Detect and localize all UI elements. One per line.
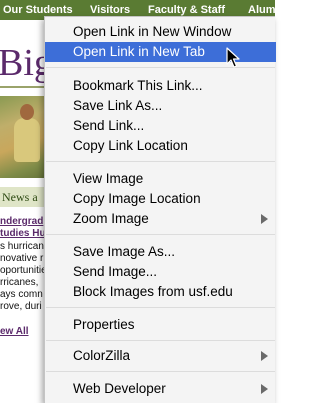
menu-separator <box>46 234 275 235</box>
mouse-pointer-icon <box>226 47 240 68</box>
news-heading: News a <box>2 190 38 204</box>
menu-separator <box>46 161 275 162</box>
story-link-line-1[interactable]: ndergrad <box>0 216 43 227</box>
menu-item-save-image-as[interactable]: Save Image As... <box>45 242 276 262</box>
menu-item-block-images[interactable]: Block Images from usf.edu <box>45 282 276 302</box>
menu-item-bookmark-link[interactable]: Bookmark This Link... <box>45 76 276 96</box>
menu-item-label: Open Link in New Tab <box>73 44 205 59</box>
nav-alumni[interactable]: Alum <box>248 4 276 16</box>
photo-person-head <box>20 104 34 120</box>
menu-item-label: Open Link in New Window <box>73 24 232 39</box>
menu-item-label: View Image <box>73 171 144 186</box>
story-text-line: novative r <box>0 253 44 264</box>
menu-item-label: Properties <box>73 317 135 332</box>
menu-item-label: Zoom Image <box>73 211 149 226</box>
menu-item-label: ColorZilla <box>73 348 131 363</box>
story-link-line-2[interactable]: tudies Hu <box>0 228 46 239</box>
menu-item-label: Block Images from usf.edu <box>73 284 233 299</box>
menu-separator <box>46 307 275 308</box>
menu-item-label: Save Link As... <box>73 98 163 113</box>
story-text-line: ays comn <box>0 289 43 300</box>
context-menu: Open Link in New Window Open Link in New… <box>44 16 276 403</box>
menu-item-label: Bookmark This Link... <box>73 78 203 93</box>
submenu-arrow-icon <box>261 384 268 394</box>
photo-person-body <box>14 118 40 162</box>
menu-separator <box>46 340 275 341</box>
menu-item-view-image[interactable]: View Image <box>45 169 276 189</box>
menu-item-label: Copy Link Location <box>73 138 188 153</box>
menu-item-send-image[interactable]: Send Image... <box>45 262 276 282</box>
view-all-link[interactable]: ew All <box>0 326 29 337</box>
nav-our-students[interactable]: Our Students <box>3 4 73 16</box>
story-text-line: oportunitie <box>0 265 47 276</box>
menu-item-open-link-new-tab[interactable]: Open Link in New Tab <box>45 42 276 62</box>
nav-faculty-staff[interactable]: Faculty & Staff <box>148 4 225 16</box>
submenu-arrow-icon <box>261 351 268 361</box>
menu-item-properties[interactable]: Properties <box>45 315 276 335</box>
submenu-arrow-icon <box>261 214 268 224</box>
story-text-line: s hurrican <box>0 241 44 252</box>
menu-item-copy-image-location[interactable]: Copy Image Location <box>45 189 276 209</box>
story-text-line: rove, duri <box>0 301 42 312</box>
menu-item-label: Web Developer <box>73 381 166 396</box>
menu-item-label: Save Image As... <box>73 244 176 259</box>
menu-item-zoom-image[interactable]: Zoom Image <box>45 209 276 229</box>
menu-item-label: Send Image... <box>73 264 158 279</box>
menu-separator <box>46 371 275 372</box>
menu-item-colorzilla[interactable]: ColorZilla <box>45 346 276 366</box>
menu-item-label: Send Link... <box>73 118 145 133</box>
menu-separator <box>46 67 275 68</box>
nav-visitors[interactable]: Visitors <box>90 4 130 16</box>
menu-item-web-developer[interactable]: Web Developer <box>45 379 276 399</box>
menu-item-copy-link-location[interactable]: Copy Link Location <box>45 136 276 156</box>
menu-item-open-link-new-window[interactable]: Open Link in New Window <box>45 22 276 42</box>
menu-item-send-link[interactable]: Send Link... <box>45 116 276 136</box>
story-text-line: rricanes, <box>0 277 39 288</box>
menu-item-save-link-as[interactable]: Save Link As... <box>45 96 276 116</box>
menu-item-label: Copy Image Location <box>73 191 201 206</box>
